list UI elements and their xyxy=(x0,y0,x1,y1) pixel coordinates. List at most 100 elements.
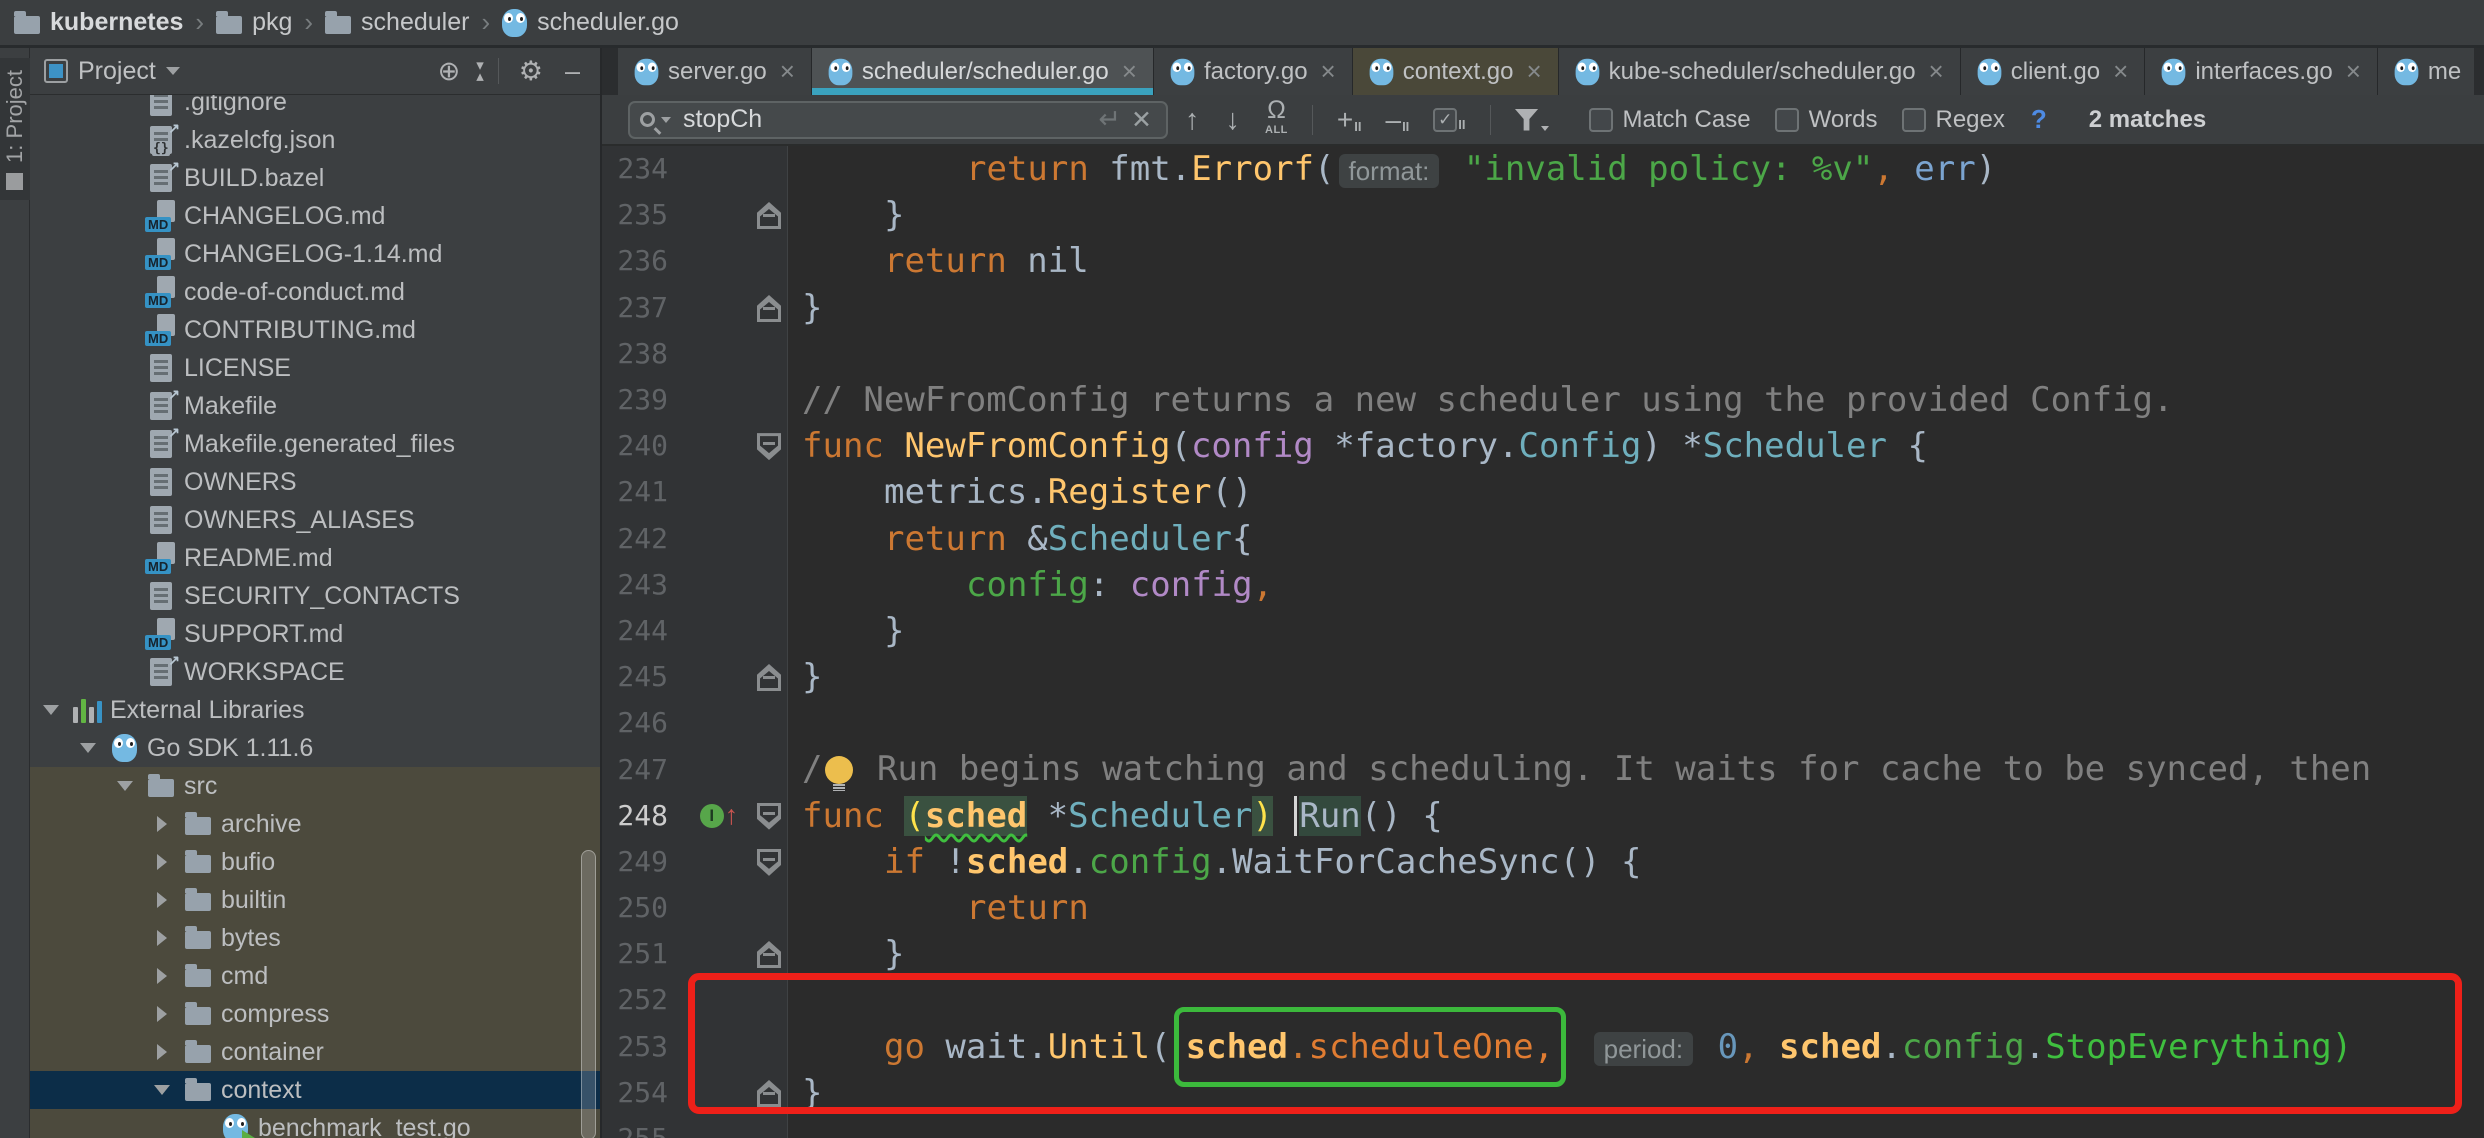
expand-arrow-icon[interactable] xyxy=(149,1006,175,1022)
code-line-251[interactable]: 251} xyxy=(602,931,2484,977)
tab-interfaces-go[interactable]: interfaces.go× xyxy=(2145,48,2378,95)
code-line-240[interactable]: 240func NewFromConfig(config *factory.Co… xyxy=(602,423,2484,469)
tree-item-CONTRIBUTING-md[interactable]: CONTRIBUTING.md xyxy=(30,311,600,349)
tree-item-code-of-conduct-md[interactable]: code-of-conduct.md xyxy=(30,273,600,311)
code-line-238[interactable]: 238 xyxy=(602,331,2484,377)
checkbox-icon[interactable] xyxy=(1589,108,1613,132)
tree-item-cmd[interactable]: cmd xyxy=(30,957,600,995)
code-line-243[interactable]: 243config: config, xyxy=(602,562,2484,608)
tree-item-benchmark-test-go[interactable]: benchmark_test.go xyxy=(30,1109,600,1138)
code-line-253[interactable]: 253go wait.Until(sched.scheduleOne, peri… xyxy=(602,1024,2484,1070)
code-line-241[interactable]: 241metrics.Register() xyxy=(602,469,2484,515)
tree-item-OWNERS[interactable]: OWNERS xyxy=(30,463,600,501)
code-line-246[interactable]: 246 xyxy=(602,700,2484,746)
breadcrumb-item[interactable]: scheduler.go xyxy=(502,8,679,37)
code-line-247[interactable]: 247/ Run begins watching and scheduling.… xyxy=(602,746,2484,792)
search-icon[interactable] xyxy=(640,112,655,127)
intention-bulb-icon[interactable] xyxy=(825,756,853,784)
project-panel-title[interactable]: Project xyxy=(78,57,156,86)
tab-me[interactable]: me xyxy=(2378,48,2474,95)
regex-help-icon[interactable]: ? xyxy=(2031,104,2047,135)
expand-arrow-icon[interactable] xyxy=(149,1044,175,1060)
tree-item-BUILD-bazel[interactable]: ↗BUILD.bazel xyxy=(30,159,600,197)
breadcrumb-item[interactable]: scheduler xyxy=(325,8,469,37)
code-line-245[interactable]: 245} xyxy=(602,654,2484,700)
close-icon[interactable]: × xyxy=(2113,56,2128,87)
code-line-242[interactable]: 242return &Scheduler{ xyxy=(602,516,2484,562)
close-icon[interactable]: × xyxy=(2346,56,2361,87)
tree-item-archive[interactable]: archive xyxy=(30,805,600,843)
tree-item-bufio[interactable]: bufio xyxy=(30,843,600,881)
expand-arrow-icon[interactable] xyxy=(149,968,175,984)
tree-scrollbar[interactable] xyxy=(581,850,596,1138)
project-tool-window-button[interactable]: 1: Project xyxy=(0,58,30,200)
fold-end-icon[interactable] xyxy=(757,295,781,322)
checkbox-icon[interactable] xyxy=(1902,108,1926,132)
breadcrumb-item[interactable]: kubernetes xyxy=(14,8,183,37)
code-line-234[interactable]: 234return fmt.Errorf(format: "invalid po… xyxy=(602,146,2484,192)
tree-item-SUPPORT-md[interactable]: SUPPORT.md xyxy=(30,615,600,653)
filter-icon[interactable] xyxy=(1507,109,1557,131)
tree-item-bytes[interactable]: bytes xyxy=(30,919,600,957)
tree-item-CHANGELOG-md[interactable]: CHANGELOG.md xyxy=(30,197,600,235)
collapse-all-icon[interactable]: ▾▴ xyxy=(476,60,484,82)
tree-item--kazelcfg-json[interactable]: ↗.kazelcfg.json xyxy=(30,121,600,159)
code-line-249[interactable]: 249if !sched.config.WaitForCacheSync() { xyxy=(602,839,2484,885)
expand-arrow-icon[interactable] xyxy=(149,892,175,908)
option-match-case[interactable]: Match Case xyxy=(1589,106,1751,134)
tree-item-Makefile[interactable]: ↗Makefile xyxy=(30,387,600,425)
remove-selection-icon[interactable]: –II xyxy=(1377,106,1417,134)
checkbox-icon[interactable] xyxy=(1775,108,1799,132)
code-line-235[interactable]: 235} xyxy=(602,192,2484,238)
option-words[interactable]: Words xyxy=(1775,106,1878,134)
code-line-248[interactable]: 248func (sched *Scheduler) Run() { xyxy=(602,793,2484,839)
close-icon[interactable]: × xyxy=(1321,56,1336,87)
option-regex[interactable]: Regex xyxy=(1902,106,2005,134)
code-line-244[interactable]: 244} xyxy=(602,608,2484,654)
tree-item-container[interactable]: container xyxy=(30,1033,600,1071)
search-history-chevron-icon[interactable] xyxy=(661,117,671,123)
tree-item-builtin[interactable]: builtin xyxy=(30,881,600,919)
find-all-icon[interactable]: ΩALL xyxy=(1257,100,1296,140)
expand-arrow-icon[interactable] xyxy=(38,705,64,715)
fold-end-icon[interactable] xyxy=(757,202,781,229)
tab-factory-go[interactable]: factory.go× xyxy=(1154,48,1353,95)
code-line-236[interactable]: 236return nil xyxy=(602,238,2484,284)
code-editor[interactable]: 234return fmt.Errorf(format: "invalid po… xyxy=(602,146,2484,1138)
clear-search-icon[interactable]: ✕ xyxy=(1127,105,1156,135)
breadcrumb-item[interactable]: pkg xyxy=(216,8,292,37)
tree-item-Makefile-generated-files[interactable]: ↗Makefile.generated_files xyxy=(30,425,600,463)
tree-item-SECURITY-CONTACTS[interactable]: SECURITY_CONTACTS xyxy=(30,577,600,615)
chevron-down-icon[interactable] xyxy=(166,67,180,75)
tab-server-go[interactable]: server.go× xyxy=(618,48,812,95)
tab-client-go[interactable]: client.go× xyxy=(1961,48,2146,95)
tree-item-LICENSE[interactable]: LICENSE xyxy=(30,349,600,387)
tree-item-README-md[interactable]: README.md xyxy=(30,539,600,577)
select-all-occurrences-icon[interactable]: ✓II xyxy=(1425,108,1473,132)
close-icon[interactable]: × xyxy=(1929,56,1944,87)
locate-icon[interactable]: ⊕ xyxy=(432,58,467,85)
expand-arrow-icon[interactable] xyxy=(75,743,101,753)
fold-end-icon[interactable] xyxy=(757,941,781,968)
code-line-255[interactable]: 255 xyxy=(602,1116,2484,1138)
tree-item-context[interactable]: context xyxy=(30,1071,600,1109)
fold-start-icon[interactable] xyxy=(757,803,781,830)
close-icon[interactable]: × xyxy=(1526,56,1541,87)
tree-item-compress[interactable]: compress xyxy=(30,995,600,1033)
hide-panel-icon[interactable]: – xyxy=(559,58,586,85)
code-line-237[interactable]: 237} xyxy=(602,285,2484,331)
fold-end-icon[interactable] xyxy=(757,1080,781,1107)
expand-arrow-icon[interactable] xyxy=(149,1085,175,1095)
tab-context-go[interactable]: context.go× xyxy=(1353,48,1559,95)
search-input[interactable] xyxy=(683,105,1092,134)
close-icon[interactable]: × xyxy=(780,56,795,87)
expand-arrow-icon[interactable] xyxy=(149,854,175,870)
add-selection-icon[interactable]: +II xyxy=(1329,106,1370,134)
gear-icon[interactable]: ⚙ xyxy=(513,58,549,85)
fold-start-icon[interactable] xyxy=(757,433,781,460)
tab-scheduler-scheduler-go[interactable]: scheduler/scheduler.go× xyxy=(812,48,1154,95)
previous-occurrence-icon[interactable]: ↑ xyxy=(1176,105,1209,135)
tree-item-Go-SDK-1-11-6[interactable]: Go SDK 1.11.6 xyxy=(30,729,600,767)
tree-item-CHANGELOG-1-14-md[interactable]: CHANGELOG-1.14.md xyxy=(30,235,600,273)
code-line-239[interactable]: 239// NewFromConfig returns a new schedu… xyxy=(602,377,2484,423)
